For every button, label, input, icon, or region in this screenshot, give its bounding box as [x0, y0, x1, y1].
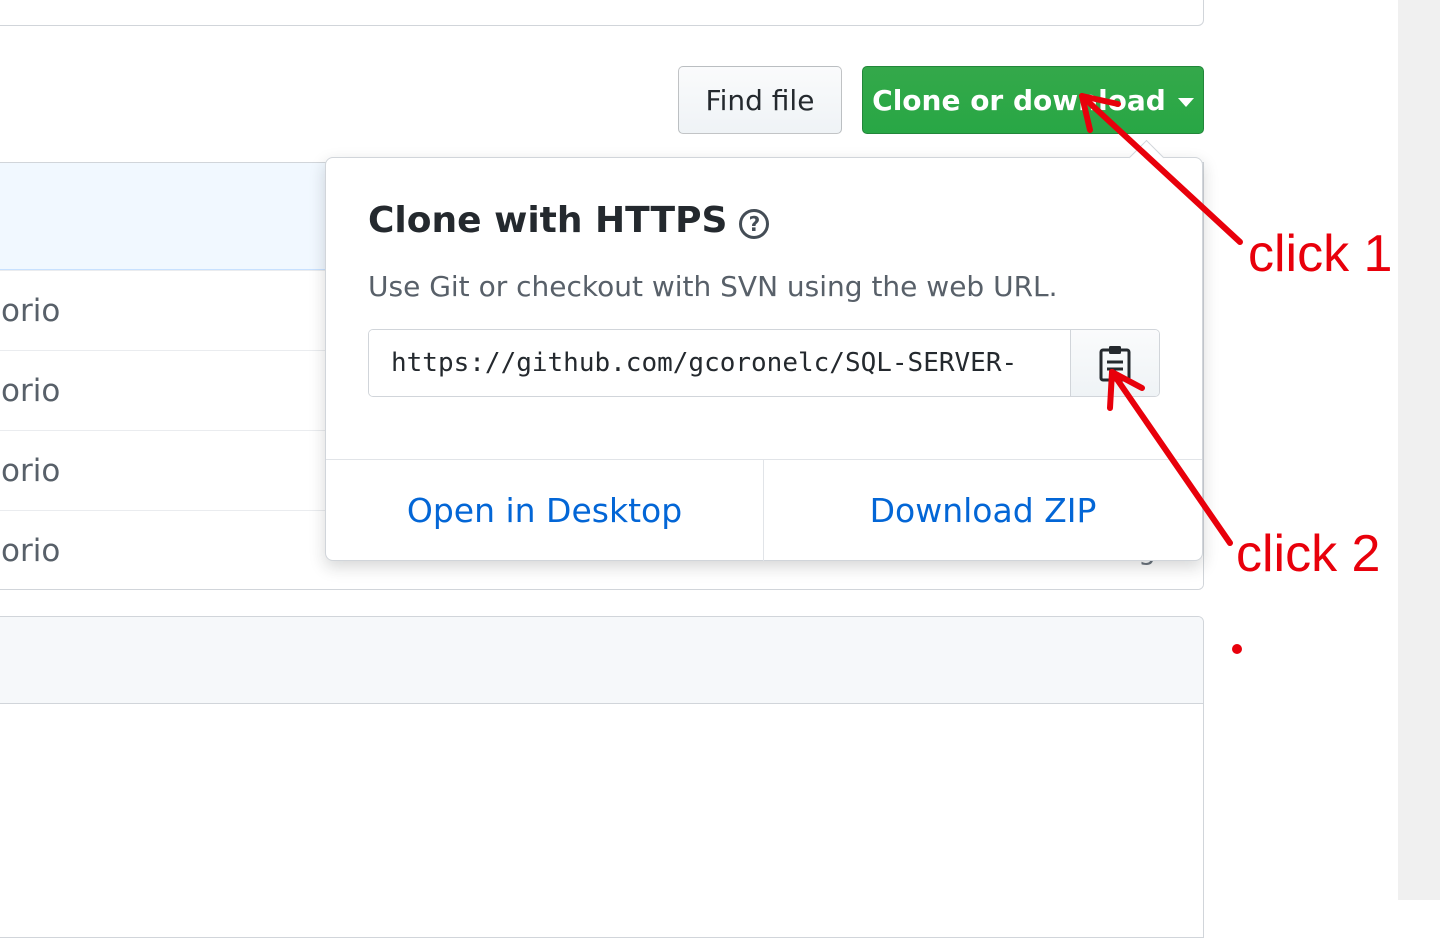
file-name[interactable]: orio [1, 453, 60, 489]
annotation-click-1: click 1 [1248, 225, 1393, 283]
readme-box [0, 616, 1204, 938]
clippy-icon [1099, 346, 1131, 382]
annotation-click-2: click 2 [1236, 525, 1381, 583]
clone-or-download-button[interactable]: Clone or download [862, 66, 1204, 134]
clone-popover: Clone with HTTPS ? Use Git or checkout w… [325, 139, 1203, 561]
open-in-desktop-link[interactable]: Open in Desktop [326, 460, 764, 561]
copy-url-button[interactable] [1070, 330, 1159, 396]
find-file-label: Find file [705, 83, 815, 117]
file-name[interactable]: orio [1, 293, 60, 329]
caret-down-icon [1177, 97, 1194, 107]
clone-url-input[interactable] [369, 330, 1070, 396]
annotation-dot [1232, 644, 1242, 654]
popover-arrow [1128, 139, 1165, 176]
scrollbar[interactable] [1398, 0, 1440, 900]
readme-header [0, 617, 1203, 704]
file-name[interactable]: orio [1, 533, 60, 569]
popover-footer: Open in Desktop Download ZIP [326, 459, 1202, 561]
popover-title-text: Clone with HTTPS [368, 200, 728, 241]
clone-url-group [368, 329, 1160, 397]
popover-title: Clone with HTTPS ? [368, 200, 770, 241]
clone-button-label: Clone or download [872, 83, 1166, 117]
file-name[interactable]: orio [1, 373, 60, 409]
download-zip-link[interactable]: Download ZIP [764, 460, 1202, 561]
find-file-button[interactable]: Find file [678, 66, 842, 134]
repo-description-box [0, 0, 1204, 26]
question-icon[interactable]: ? [739, 208, 770, 239]
popover-description: Use Git or checkout with SVN using the w… [368, 270, 1058, 303]
